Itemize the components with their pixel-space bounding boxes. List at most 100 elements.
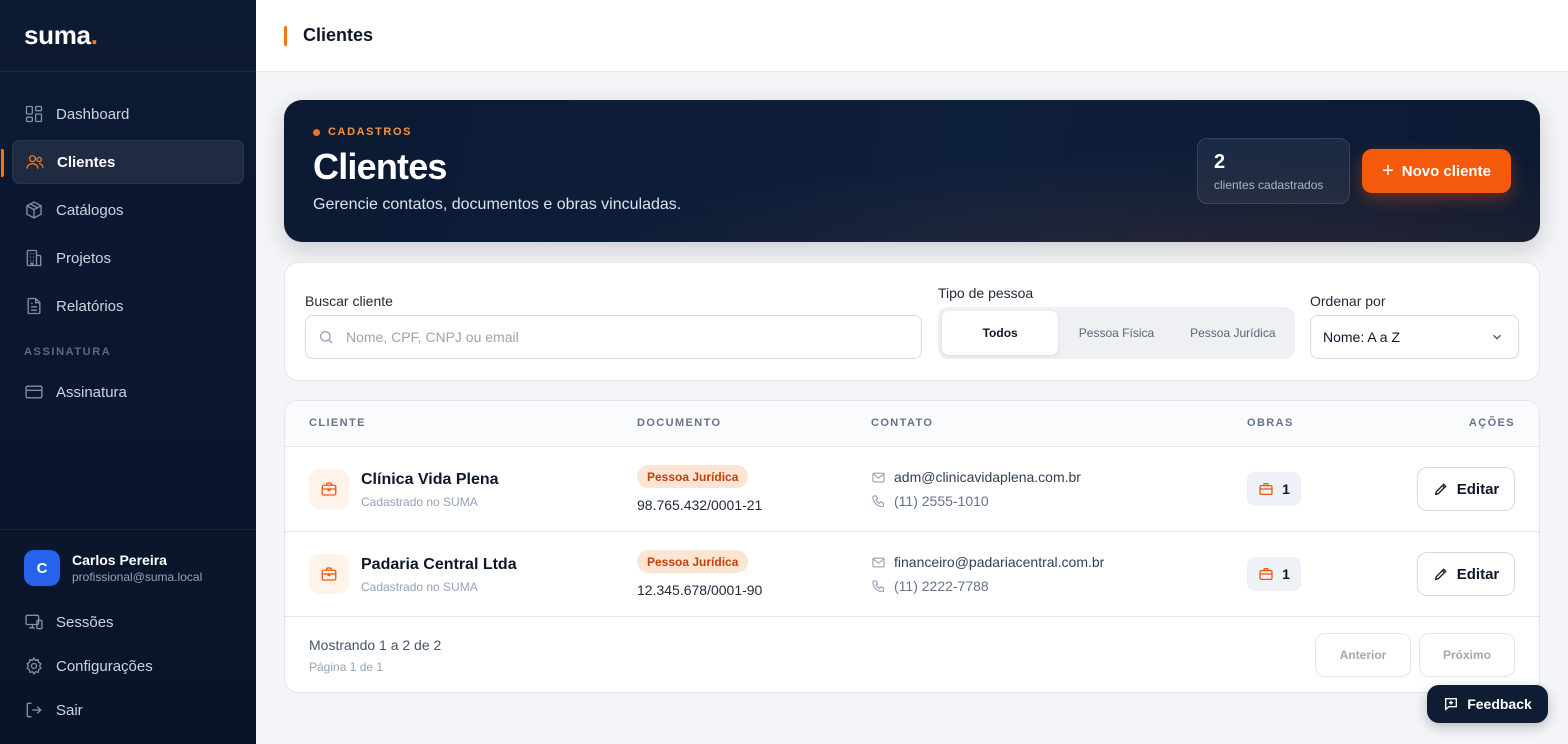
sidebar-item-sessoes[interactable]: Sessões: [12, 600, 244, 644]
person-type-badge: Pessoa Jurídica: [637, 550, 749, 573]
devices-icon: [24, 612, 44, 632]
sidebar-item-label: Projetos: [56, 249, 112, 267]
filter-todos[interactable]: Todos: [942, 311, 1059, 355]
topbar: Clientes: [256, 0, 1568, 72]
sidebar-item-sair[interactable]: Sair: [12, 688, 244, 732]
client-subtitle: Cadastrado no SUMA: [361, 495, 478, 509]
obras-count-badge: 1: [1247, 472, 1301, 506]
message-plus-icon: [1443, 696, 1459, 712]
briefcase-icon: [309, 469, 349, 509]
nav-section-label: ASSINATURA: [24, 346, 112, 358]
edit-button[interactable]: Editar: [1417, 467, 1515, 511]
page-title: Clientes: [303, 25, 374, 45]
logout-icon: [24, 700, 44, 720]
box-icon: [24, 200, 44, 220]
briefcase-icon: [1258, 481, 1274, 497]
sidebar-item-assinatura[interactable]: Assinatura: [12, 370, 244, 414]
sidebar-item-label: Dashboard: [56, 105, 130, 123]
sidebar-item-label: Configurações: [56, 657, 153, 675]
hero-eyebrow: CADASTROS: [313, 126, 412, 138]
phone-icon: [871, 579, 886, 594]
prev-page-button[interactable]: Anterior: [1315, 633, 1411, 677]
order-label: Ordenar por: [1310, 293, 1386, 309]
user-profile[interactable]: C Carlos Pereira profissional@suma.local: [12, 550, 244, 600]
filter-pessoa-juridica[interactable]: Pessoa Jurídica: [1175, 311, 1291, 355]
next-page-button[interactable]: Próximo: [1419, 633, 1515, 677]
sidebar-item-configuracoes[interactable]: Configurações: [12, 644, 244, 688]
gear-icon: [24, 656, 44, 676]
sidebar-item-label: Clientes: [57, 153, 116, 171]
logo-dot: .: [90, 20, 98, 50]
avatar: C: [24, 550, 60, 586]
credit-card-icon: [24, 382, 44, 402]
sidebar-nav: Dashboard Clientes Catálogos Projetos Re…: [0, 72, 256, 414]
col-documento: DOCUMENTO: [637, 417, 722, 429]
client-email: adm@clinicavidaplena.com.br: [871, 469, 1081, 485]
search-input[interactable]: [346, 329, 906, 345]
col-contato: CONTATO: [871, 417, 934, 429]
sidebar-item-label: Relatórios: [56, 297, 124, 315]
users-icon: [25, 152, 45, 172]
clients-count-card: 2 clientes cadastrados: [1197, 138, 1350, 204]
person-type-label: Tipo de pessoa: [938, 285, 1034, 301]
filter-pessoa-fisica[interactable]: Pessoa Física: [1058, 311, 1174, 355]
client-name[interactable]: Padaria Central Ltda: [361, 556, 517, 574]
topbar-accent: [284, 25, 287, 46]
phone-icon: [871, 494, 886, 509]
feedback-button[interactable]: Feedback: [1427, 685, 1548, 723]
table-header: CLIENTE DOCUMENTO CONTATO OBRAS AÇÕES: [285, 401, 1539, 447]
sidebar-item-relatorios[interactable]: Relatórios: [12, 284, 244, 328]
edit-button[interactable]: Editar: [1417, 552, 1515, 596]
new-client-label: Novo cliente: [1401, 162, 1491, 180]
sidebar-item-dashboard[interactable]: Dashboard: [12, 92, 244, 136]
client-document: 98.765.432/0001-21: [637, 497, 763, 513]
eyebrow-text: CADASTROS: [328, 126, 413, 138]
hero-subtitle: Gerencie contatos, documentos e obras vi…: [313, 196, 682, 213]
pagination-page: Página 1 de 1: [309, 660, 384, 674]
clients-table: CLIENTE DOCUMENTO CONTATO OBRAS AÇÕES Cl…: [284, 400, 1540, 693]
person-type-filter: Todos Pessoa Física Pessoa Jurídica: [938, 307, 1295, 359]
briefcase-icon: [309, 554, 349, 594]
new-client-button[interactable]: + Novo cliente: [1362, 149, 1511, 193]
search-box[interactable]: [305, 315, 922, 359]
table-row[interactable]: Padaria Central Ltda Cadastrado no SUMA …: [285, 532, 1539, 617]
edit-label: Editar: [1456, 480, 1500, 498]
mail-icon: [871, 555, 886, 570]
user-email: profissional@suma.local: [72, 570, 203, 584]
plus-icon: +: [1382, 160, 1394, 182]
sidebar-item-catalogos[interactable]: Catálogos: [12, 188, 244, 232]
sidebar-item-label: Sair: [56, 701, 83, 719]
obras-count: 1: [1282, 481, 1290, 497]
col-cliente: CLIENTE: [309, 417, 366, 429]
mail-icon: [871, 470, 886, 485]
email-text: financeiro@padariacentral.com.br: [894, 554, 1105, 570]
file-text-icon: [24, 296, 44, 316]
pencil-icon: [1433, 481, 1449, 497]
logo[interactable]: suma.: [0, 0, 256, 72]
dashboard-icon: [24, 104, 44, 124]
person-type-badge: Pessoa Jurídica: [637, 465, 749, 488]
sidebar-footer: C Carlos Pereira profissional@suma.local…: [0, 529, 256, 744]
user-name: Carlos Pereira: [72, 552, 167, 568]
sidebar-item-label: Sessões: [56, 613, 114, 631]
edit-label: Editar: [1456, 565, 1500, 583]
order-value: Nome: A a Z: [1323, 329, 1401, 345]
sidebar-item-label: Assinatura: [56, 383, 127, 401]
pagination-summary: Mostrando 1 a 2 de 2: [309, 637, 442, 653]
filters-panel: Buscar cliente Tipo de pessoa Todos Pess…: [284, 262, 1540, 381]
sidebar-item-projetos[interactable]: Projetos: [12, 236, 244, 280]
sidebar: suma. Dashboard Clientes Catálogos Proje…: [0, 0, 256, 744]
search-label: Buscar cliente: [305, 293, 393, 309]
obras-count: 1: [1282, 566, 1290, 582]
table-row[interactable]: Clínica Vida Plena Cadastrado no SUMA Pe…: [285, 447, 1539, 532]
feedback-label: Feedback: [1467, 696, 1532, 712]
sidebar-item-clientes[interactable]: Clientes: [1, 140, 244, 184]
email-text: adm@clinicavidaplena.com.br: [894, 469, 1081, 485]
client-name[interactable]: Clínica Vida Plena: [361, 471, 499, 489]
eyebrow-dot: [313, 128, 320, 136]
client-email: financeiro@padariacentral.com.br: [871, 554, 1104, 570]
table-footer: Mostrando 1 a 2 de 2 Página 1 de 1 Anter…: [285, 617, 1539, 692]
client-subtitle: Cadastrado no SUMA: [361, 580, 478, 594]
search-icon: [318, 329, 334, 345]
order-select[interactable]: Nome: A a Z: [1310, 315, 1519, 359]
